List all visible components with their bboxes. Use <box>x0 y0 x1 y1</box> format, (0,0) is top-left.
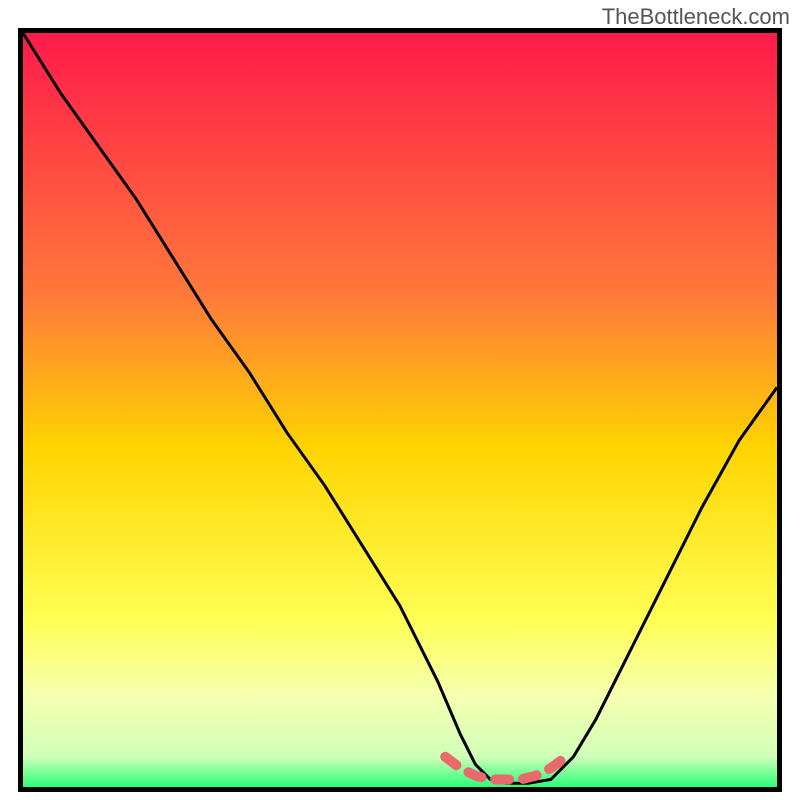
chart-container: TheBottleneck.com <box>0 0 800 800</box>
plot-area <box>23 33 777 787</box>
chart-frame <box>18 28 782 792</box>
chart-svg <box>23 33 777 787</box>
watermark-text: TheBottleneck.com <box>602 4 790 30</box>
gradient-background <box>23 33 777 787</box>
